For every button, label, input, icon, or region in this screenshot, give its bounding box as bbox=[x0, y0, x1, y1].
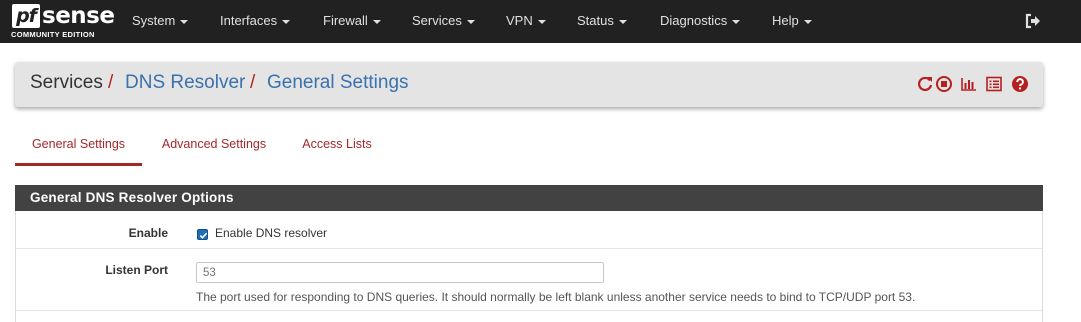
logo-wordmark: sense bbox=[42, 3, 115, 29]
log-list-icon[interactable] bbox=[985, 75, 1003, 93]
caret-down-icon bbox=[282, 19, 291, 24]
caret-down-icon bbox=[732, 19, 741, 24]
caret-down-icon bbox=[372, 19, 381, 24]
nav-item-label: VPN bbox=[506, 13, 533, 28]
nav-vpn-menu[interactable]: VPN bbox=[506, 0, 546, 43]
nav-firewall-menu[interactable]: Firewall bbox=[323, 0, 381, 43]
nav-status-menu[interactable]: Status bbox=[577, 0, 627, 43]
listen-port-row: Listen Port The port used for responding… bbox=[16, 249, 1042, 311]
caret-down-icon bbox=[466, 19, 475, 24]
nav-item-label: Services bbox=[412, 13, 462, 28]
nav-item-label: Interfaces bbox=[220, 13, 278, 28]
logo-edition-text: COMMUNITY EDITION bbox=[11, 30, 95, 39]
caret-down-icon bbox=[803, 19, 812, 24]
caret-down-icon bbox=[618, 19, 627, 24]
tab-advanced-settings[interactable]: Advanced Settings bbox=[148, 124, 280, 166]
pfsense-logo[interactable]: pf sense COMMUNITY EDITION bbox=[10, 2, 115, 42]
nav-help-menu[interactable]: Help bbox=[772, 0, 812, 43]
check-icon bbox=[199, 232, 208, 239]
stop-icon[interactable] bbox=[935, 75, 953, 93]
help-icon[interactable] bbox=[1011, 75, 1029, 93]
nav-item-label: Help bbox=[772, 13, 799, 28]
breadcrumb-general-settings-link[interactable]: General Settings bbox=[267, 72, 409, 94]
nav-services-menu[interactable]: Services bbox=[412, 0, 475, 43]
settings-tabs: General Settings Advanced Settings Acces… bbox=[15, 124, 1043, 168]
enable-label: Enable bbox=[128, 226, 168, 240]
caret-down-icon bbox=[180, 19, 189, 24]
enable-dns-resolver-checkbox[interactable] bbox=[197, 229, 208, 240]
tab-label: Advanced Settings bbox=[161, 137, 267, 151]
restart-icon[interactable] bbox=[916, 75, 934, 93]
tab-label: Access Lists bbox=[302, 137, 372, 151]
bar-chart-icon[interactable] bbox=[960, 75, 978, 93]
breadcrumb-separator: / bbox=[108, 72, 114, 93]
sign-out-icon[interactable] bbox=[1024, 12, 1042, 30]
nav-diagnostics-menu[interactable]: Diagnostics bbox=[660, 0, 741, 43]
listen-port-label: Listen Port bbox=[105, 263, 168, 277]
tab-access-lists[interactable]: Access Lists bbox=[287, 124, 387, 166]
top-navbar: pf sense COMMUNITY EDITION System Interf… bbox=[0, 0, 1081, 43]
listen-port-help-text: The port used for responding to DNS quer… bbox=[196, 290, 916, 304]
nav-item-label: Firewall bbox=[323, 13, 368, 28]
breadcrumb-services: Services bbox=[30, 72, 103, 93]
nav-item-label: Status bbox=[577, 13, 614, 28]
nav-item-label: System bbox=[132, 13, 176, 28]
logo-pf-mark: pf bbox=[12, 4, 40, 28]
breadcrumb-separator: / bbox=[250, 72, 256, 93]
general-options-panel: General DNS Resolver Options Enable Enab… bbox=[15, 185, 1043, 322]
tab-label: General Settings bbox=[31, 137, 126, 151]
enable-row: Enable Enable DNS resolver bbox=[16, 211, 1042, 249]
listen-port-input[interactable] bbox=[196, 262, 604, 283]
caret-down-icon bbox=[537, 19, 546, 24]
tab-general-settings[interactable]: General Settings bbox=[15, 124, 142, 166]
enable-dns-resolver-label[interactable]: Enable DNS resolver bbox=[215, 226, 327, 240]
breadcrumb-dns-resolver-link[interactable]: DNS Resolver bbox=[125, 72, 245, 94]
nav-item-label: Diagnostics bbox=[660, 13, 728, 28]
nav-interfaces-menu[interactable]: Interfaces bbox=[220, 0, 291, 43]
nav-system-menu[interactable]: System bbox=[132, 0, 189, 43]
breadcrumb: Services / DNS Resolver / General Settin… bbox=[15, 62, 1043, 107]
panel-title: General DNS Resolver Options bbox=[15, 185, 1043, 211]
